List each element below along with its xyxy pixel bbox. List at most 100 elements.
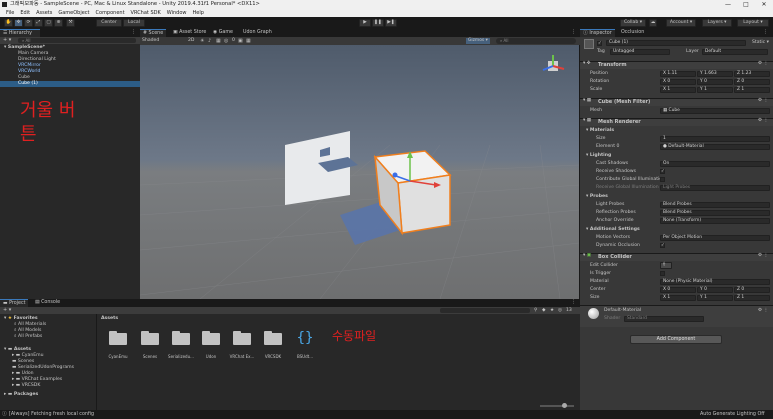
- favorite-icon[interactable]: ★: [550, 307, 554, 314]
- rect-tool-icon[interactable]: ▢: [44, 19, 53, 27]
- maximize-button[interactable]: □: [737, 0, 755, 9]
- shader-dropdown[interactable]: Standard: [624, 316, 704, 322]
- tab-occlusion[interactable]: Occlusion: [618, 29, 647, 37]
- transform-header[interactable]: Transform: [580, 61, 773, 69]
- materials-foldout[interactable]: ▾ Materials: [586, 128, 614, 134]
- menu-window[interactable]: Window: [167, 9, 187, 17]
- hidden-objects-icon[interactable]: ◎: [224, 37, 228, 45]
- move-gizmo-z-arrow[interactable]: [392, 172, 398, 178]
- size-z-field[interactable]: Z 1: [734, 295, 770, 301]
- folder-icon[interactable]: [109, 331, 127, 345]
- rotate-tool-icon[interactable]: ⟳: [24, 19, 33, 27]
- material-menu-icon[interactable]: ⚙ ⋮: [758, 308, 768, 314]
- menu-assets[interactable]: Assets: [36, 9, 52, 17]
- tab-asset-store[interactable]: ▣ Asset Store: [170, 29, 209, 37]
- pivot-center-toggle[interactable]: Center: [96, 19, 122, 27]
- folder-icon[interactable]: [202, 331, 220, 345]
- motion-vectors-dropdown[interactable]: Per Object Motion: [660, 235, 770, 241]
- position-y-field[interactable]: Y 1.663: [697, 71, 733, 77]
- scale-x-field[interactable]: X 1: [660, 87, 696, 93]
- collab-dropdown[interactable]: Collab ▾: [620, 19, 646, 27]
- favorite-all-prefabs[interactable]: ⌕ All Prefabs: [14, 334, 42, 340]
- scene-viewport[interactable]: [140, 45, 579, 299]
- additional-settings-foldout[interactable]: ▾ Additional Settings: [586, 227, 640, 233]
- contribute-gi-checkbox[interactable]: [660, 177, 665, 182]
- close-button[interactable]: ✕: [755, 0, 773, 9]
- element-0-field[interactable]: ● Default-Material: [660, 144, 770, 150]
- project-panel-menu-icon[interactable]: ⋮: [568, 299, 579, 307]
- anchor-override-field[interactable]: None (Transform): [660, 218, 770, 224]
- dynamic-occlusion-checkbox[interactable]: ✓: [660, 243, 665, 248]
- step-button[interactable]: ▶❚: [385, 19, 397, 27]
- rotation-z-field[interactable]: Z 0: [734, 79, 770, 85]
- shading-mode-dropdown[interactable]: Shaded: [142, 37, 159, 45]
- object-active-checkbox[interactable]: ✓: [597, 41, 602, 46]
- light-probes-dropdown[interactable]: Blend Probes: [660, 202, 770, 208]
- component-menu-icon[interactable]: ⚙ ⋮: [758, 98, 768, 104]
- lighting-foldout[interactable]: ▾ Lighting: [586, 153, 611, 159]
- toggle-2d-button[interactable]: 2D: [188, 37, 194, 45]
- menu-file[interactable]: File: [6, 9, 14, 17]
- tab-inspector[interactable]: ⓘ Inspector: [580, 29, 615, 37]
- audio-toggle-icon[interactable]: ♪: [208, 37, 211, 45]
- object-name-field[interactable]: Cube (1): [606, 40, 746, 46]
- component-menu-icon[interactable]: ⚙ ⋮: [758, 61, 768, 67]
- folder-icon[interactable]: [172, 331, 190, 345]
- project-split-divider[interactable]: [96, 314, 97, 410]
- reflection-probes-dropdown[interactable]: Blend Probes: [660, 210, 770, 216]
- scene-camera-icon[interactable]: ▣: [238, 37, 243, 45]
- mesh-filter-header[interactable]: Cube (Mesh Filter): [580, 98, 773, 106]
- add-component-button[interactable]: Add Component: [630, 335, 722, 344]
- materials-size-field[interactable]: 1: [660, 136, 770, 142]
- hierarchy-search-input[interactable]: ⌕ All: [18, 38, 136, 43]
- scale-tool-icon[interactable]: ⤢: [34, 19, 43, 27]
- transform-tool-icon[interactable]: ⊕: [54, 19, 63, 27]
- position-z-field[interactable]: Z 1.23: [734, 71, 770, 77]
- assets-breadcrumb[interactable]: Assets: [101, 316, 118, 322]
- is-trigger-checkbox[interactable]: [660, 271, 665, 276]
- grid-icon[interactable]: ▦: [246, 37, 251, 45]
- menu-edit[interactable]: Edit: [20, 9, 30, 17]
- layers-dropdown[interactable]: Layers ▾: [702, 19, 732, 27]
- pause-button[interactable]: ❚❚: [372, 19, 384, 27]
- rotation-x-field[interactable]: X 0: [660, 79, 696, 85]
- layout-dropdown[interactable]: Layout ▾: [737, 19, 769, 27]
- static-dropdown[interactable]: Static ▾: [752, 40, 769, 46]
- icon-size-slider-track[interactable]: [540, 405, 574, 407]
- filter-type-icon[interactable]: ⚲: [534, 307, 537, 314]
- tab-project[interactable]: ▬ Project: [0, 299, 29, 307]
- component-menu-icon[interactable]: ⚙ ⋮: [758, 253, 768, 259]
- scene-panel-menu-icon[interactable]: ⋮: [568, 29, 579, 37]
- space-local-toggle[interactable]: Local: [123, 19, 145, 27]
- folder-icon[interactable]: [141, 331, 159, 345]
- folder-icon[interactable]: [264, 331, 282, 345]
- size-y-field[interactable]: Y 1: [697, 295, 733, 301]
- size-x-field[interactable]: X 1: [660, 295, 696, 301]
- tag-dropdown[interactable]: Untagged: [610, 49, 670, 55]
- cast-shadows-dropdown[interactable]: On: [660, 161, 770, 167]
- scale-z-field[interactable]: Z 1: [734, 87, 770, 93]
- component-menu-icon[interactable]: ⚙ ⋮: [758, 118, 768, 124]
- custom-tool-icon[interactable]: ⚒: [66, 19, 75, 27]
- menu-component[interactable]: Component: [96, 9, 125, 17]
- tab-hierarchy[interactable]: ☰ Hierarchy: [0, 29, 40, 37]
- collider-material-field[interactable]: None (Physic Material): [660, 279, 770, 285]
- tab-console[interactable]: ▤ Console: [32, 299, 63, 307]
- position-x-field[interactable]: X 1.11: [660, 71, 696, 77]
- center-y-field[interactable]: Y 0: [697, 287, 733, 293]
- gizmos-dropdown[interactable]: Gizmos ▾: [466, 38, 490, 44]
- create-dropdown-icon[interactable]: + ▾: [3, 37, 11, 44]
- scene-search-input[interactable]: ⌕ All: [496, 38, 576, 44]
- menu-vrchat-sdk[interactable]: VRChat SDK: [131, 9, 161, 17]
- rotation-y-field[interactable]: Y 0: [697, 79, 733, 85]
- center-x-field[interactable]: X 0: [660, 287, 696, 293]
- edit-collider-button[interactable]: ⟠: [660, 262, 672, 269]
- receive-shadows-checkbox[interactable]: ✓: [660, 169, 665, 174]
- tab-scene[interactable]: # Scene: [140, 29, 167, 37]
- tree-item-vrcsdk[interactable]: ▸ ▬ VRCSDK: [12, 383, 40, 389]
- hierarchy-item-cube-1[interactable]: Cube (1): [0, 81, 140, 87]
- udon-script-asset-icon[interactable]: {}: [296, 328, 314, 348]
- receive-gi-dropdown[interactable]: Light Probes: [660, 185, 770, 191]
- panel-menu-icon[interactable]: ⋮: [128, 29, 139, 37]
- center-z-field[interactable]: Z 0: [734, 287, 770, 293]
